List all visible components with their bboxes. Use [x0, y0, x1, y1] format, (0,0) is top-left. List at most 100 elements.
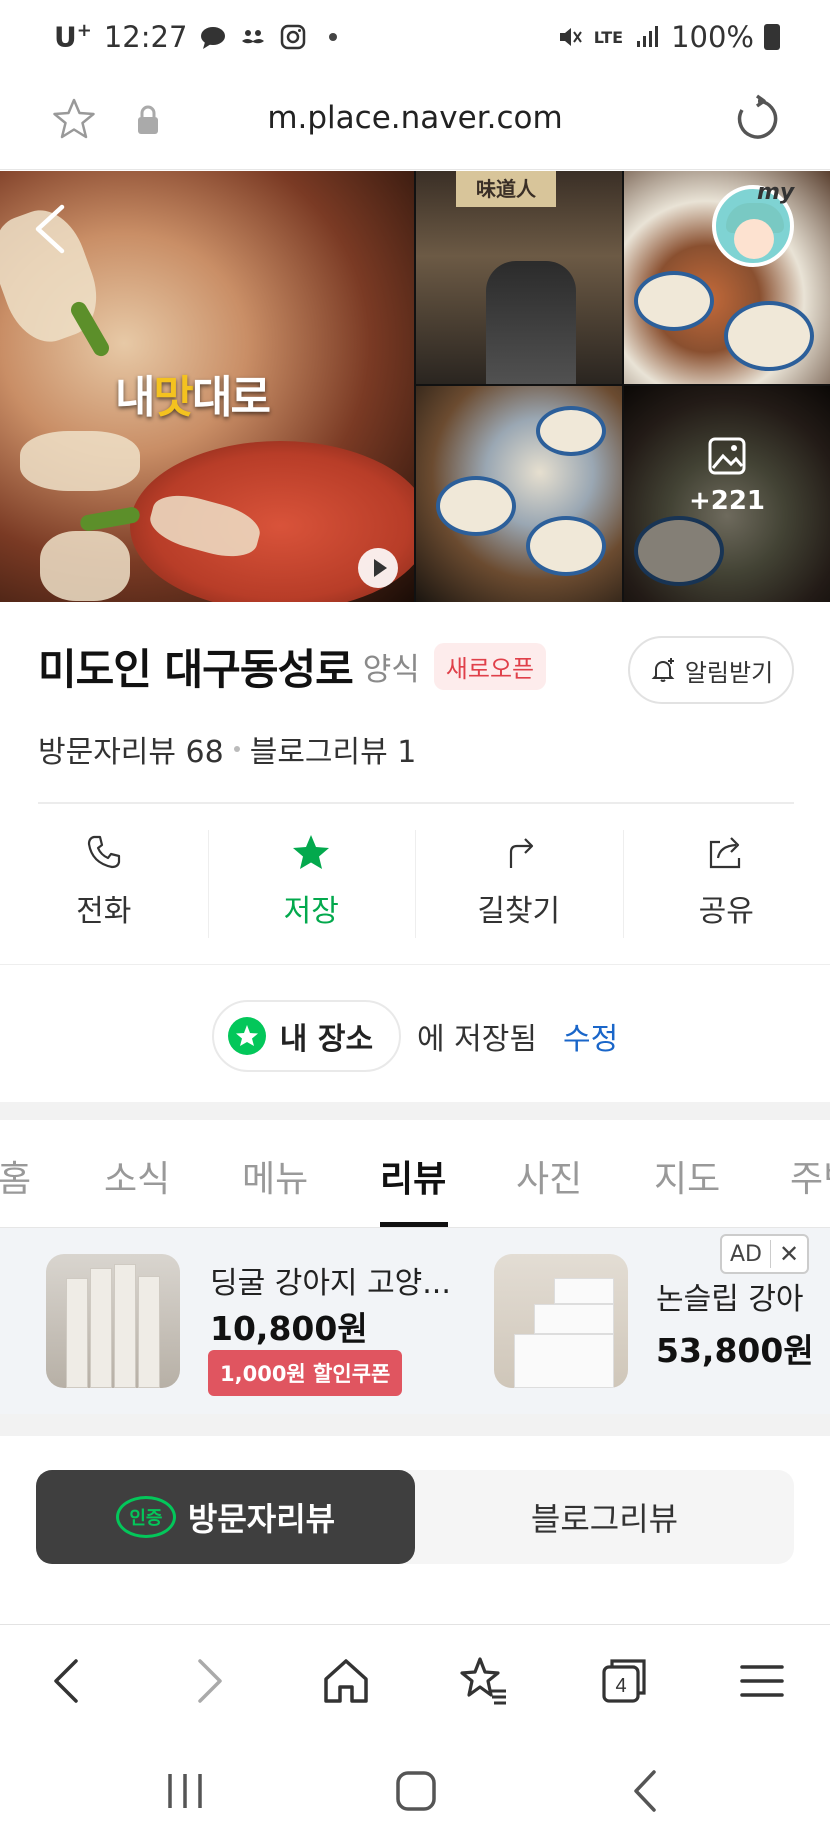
tab-review[interactable]: 리뷰: [380, 1150, 446, 1202]
star-icon: [293, 835, 330, 869]
visitor-review-count[interactable]: 방문자리뷰 68: [38, 727, 224, 771]
section-gap: [0, 1414, 830, 1436]
image-gallery-icon: [708, 437, 746, 475]
share-button[interactable]: 공유: [622, 820, 830, 940]
browser-back-icon[interactable]: [40, 1653, 96, 1709]
pillar: [90, 1268, 112, 1388]
browser-forward-icon[interactable]: [180, 1653, 236, 1709]
share-icon: [710, 837, 741, 869]
saved-star-icon: [227, 1017, 266, 1055]
tabs-icon[interactable]: 4: [596, 1653, 652, 1709]
signal-icon: [637, 26, 659, 47]
ad-tag: AD ✕: [720, 1234, 810, 1274]
tab-nearby[interactable]: 주변: [790, 1150, 830, 1202]
avatar-my-tag: my: [757, 180, 795, 205]
back-arrow-icon[interactable]: [30, 201, 70, 257]
tab-home[interactable]: 홈: [0, 1150, 31, 1202]
browser-url-bar: m.place.naver.com: [0, 74, 830, 170]
ad-coupon-badge[interactable]: 1,000원 할인쿠폰: [208, 1350, 403, 1396]
battery-percent: 100%: [671, 20, 754, 54]
save-label: 저장: [283, 894, 339, 929]
place-category: 양식: [362, 652, 420, 688]
divider: [0, 964, 830, 965]
blog-review-toggle[interactable]: 블로그리뷰: [415, 1470, 794, 1564]
carrier-label: U+: [54, 20, 92, 54]
system-back-icon[interactable]: [622, 1766, 672, 1816]
home-button-icon[interactable]: [391, 1766, 441, 1816]
blog-review-label: 블로그리뷰: [530, 1500, 679, 1538]
separator-dot: [233, 746, 240, 752]
saved-text: 에 저장됨: [417, 1022, 537, 1057]
tab-map[interactable]: 지도: [654, 1150, 720, 1202]
ad-label: AD: [730, 1241, 762, 1267]
more-photos-count: +221: [688, 486, 766, 516]
place-name: 미도인 대구동성로: [38, 645, 354, 694]
recent-apps-icon[interactable]: [160, 1766, 210, 1816]
chat-bubble-icon: [201, 27, 226, 49]
photo-storefront[interactable]: 味道人: [416, 171, 622, 384]
section-gap: [0, 1102, 830, 1120]
mute-icon: [559, 28, 582, 46]
pillar: [138, 1276, 160, 1388]
status-bar: U+ 12:27 LTE 100%: [0, 0, 830, 74]
bookmarks-icon[interactable]: [456, 1653, 512, 1709]
directions-icon: [509, 838, 533, 868]
ad-product-image-1[interactable]: [46, 1254, 180, 1388]
battery-icon: [764, 24, 780, 50]
ad-product-price-2: 53,800원: [656, 1331, 814, 1370]
play-icon[interactable]: [358, 548, 398, 588]
phone-icon: [87, 835, 120, 869]
directions-label: 길찾기: [477, 894, 561, 929]
visitor-review-toggle[interactable]: 인증 방문자리뷰: [36, 1470, 415, 1564]
avatar-face: [734, 219, 774, 259]
main-photo-video[interactable]: 내맛대로: [0, 171, 414, 602]
tab-photo[interactable]: 사진: [516, 1150, 582, 1202]
tab-bar: 홈 소식 메뉴 리뷰 사진 지도 주변: [0, 1120, 830, 1228]
call-label: 전화: [76, 894, 132, 929]
tab-menu[interactable]: 메뉴: [242, 1150, 308, 1202]
instagram-icon: [281, 24, 306, 50]
photo-dishes-2[interactable]: [416, 386, 622, 602]
ad-product-price-1: 10,800원: [210, 1309, 368, 1348]
browser-toolbar: 4: [0, 1624, 830, 1734]
noodle: [40, 531, 130, 601]
photo-more[interactable]: +221: [624, 386, 830, 602]
visitor-review-label: 방문자리뷰: [187, 1500, 336, 1538]
ad-product-title-1[interactable]: 딩굴 강아지 고양...: [210, 1258, 451, 1302]
ad-close-icon[interactable]: ✕: [770, 1240, 799, 1268]
edit-link[interactable]: 수정: [563, 1014, 618, 1058]
stair-step: [554, 1278, 614, 1304]
action-row: 전화 저장 길찾기 공유: [0, 820, 830, 940]
stair-step: [534, 1304, 614, 1334]
notification-dot: [329, 33, 338, 41]
save-button[interactable]: 저장: [207, 820, 416, 940]
my-place-chip[interactable]: 내 장소: [211, 1000, 402, 1072]
tab-news[interactable]: 소식: [104, 1150, 170, 1202]
plate: [536, 406, 606, 456]
home-icon[interactable]: [318, 1653, 374, 1709]
ad-product-image-2[interactable]: [494, 1254, 628, 1388]
notify-label: 알림받기: [684, 658, 774, 687]
directions-button[interactable]: 길찾기: [415, 820, 623, 940]
blog-review-count[interactable]: 블로그리뷰 1: [250, 727, 417, 771]
menu-icon[interactable]: [734, 1653, 790, 1709]
my-place-label: 내 장소: [279, 1022, 374, 1057]
store-sign: 味道人: [456, 171, 556, 207]
saved-status: 내 장소 에 저장됨 수정: [0, 1000, 830, 1072]
call-button[interactable]: 전화: [0, 820, 208, 940]
mustache-icon: [242, 30, 265, 44]
pillar: [66, 1278, 88, 1388]
video-caption: 내맛대로: [115, 372, 271, 423]
divider: [38, 802, 794, 804]
ad-product-title-2[interactable]: 논슬립 강아: [656, 1274, 804, 1318]
noodle: [20, 431, 140, 491]
ad-banner: 딩굴 강아지 고양... 10,800원 1,000원 할인쿠폰 논슬립 강아 …: [0, 1228, 830, 1414]
stair-step: [514, 1334, 614, 1388]
reload-icon[interactable]: [733, 94, 783, 144]
url-text[interactable]: m.place.naver.com: [0, 100, 830, 136]
people-shape: [486, 261, 576, 384]
system-nav-bar: [0, 1734, 830, 1844]
plate: [526, 516, 606, 576]
notify-button[interactable]: 알림받기: [628, 636, 794, 704]
clock: 12:27: [103, 20, 188, 54]
